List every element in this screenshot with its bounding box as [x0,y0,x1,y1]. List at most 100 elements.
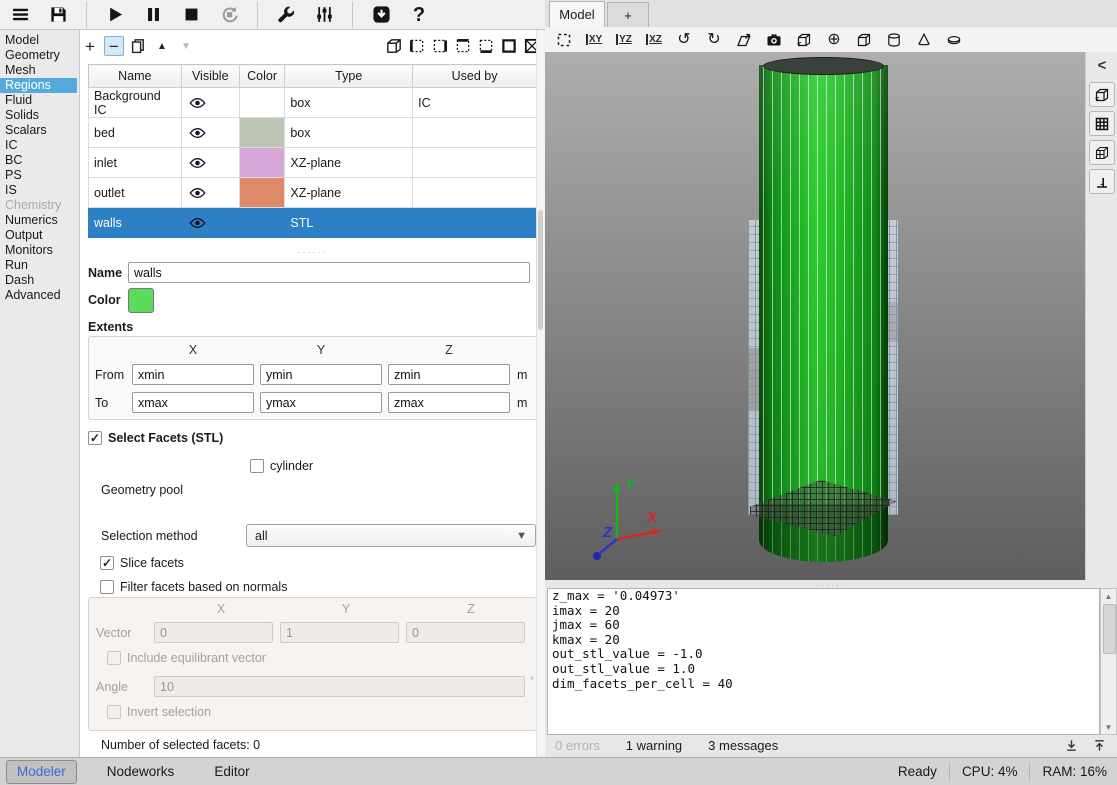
sidebar-item-mesh[interactable]: Mesh [0,63,79,78]
collapse-chevron-icon[interactable]: < [1086,58,1117,73]
viewport-3d[interactable]: Y X Z [545,52,1085,580]
sidebar-item-monitors[interactable]: Monitors [0,243,79,258]
help-button[interactable]: ? [407,3,431,27]
add-region-button[interactable]: + [80,36,100,56]
mode-button-editor[interactable]: Editor [204,761,259,783]
region-cube-shape-button[interactable] [384,36,404,56]
down-region-button[interactable]: ▼ [176,36,196,56]
geometry-view-button[interactable] [793,30,815,50]
square-bottom-shape-button[interactable] [476,36,496,56]
column-header-used-by[interactable]: Used by [413,65,537,88]
region-color-swatch[interactable] [128,288,154,313]
perspective-view-button[interactable] [733,30,755,50]
sidebar-item-bc[interactable]: BC [0,153,79,168]
view-xy-view-button[interactable]: XY [583,30,605,50]
reset-view-view-button[interactable] [553,30,575,50]
scroll-to-top-icon[interactable] [1089,738,1109,753]
rotate-cw-view-button[interactable]: ↻ [703,30,725,50]
panel-splitter[interactable]: ······ [80,248,545,256]
sidebar-item-solids[interactable]: Solids [0,108,79,123]
table-row[interactable]: Background ICboxIC [89,88,537,118]
sidebar-item-regions[interactable]: Regions [0,78,77,93]
panel-scrollbar[interactable] [536,30,545,757]
region-name-input[interactable] [128,262,530,283]
sidebar-item-geometry[interactable]: Geometry [0,48,79,63]
sphere-view-button[interactable]: ⊕ [823,30,845,50]
sidebar-item-numerics[interactable]: Numerics [0,213,79,228]
cylinder-view-button[interactable] [883,30,905,50]
save-button[interactable] [46,3,70,27]
selection-method-combobox[interactable]: all ▼ [246,524,536,547]
table-row[interactable]: inletXZ-plane [89,148,537,178]
axes-toggle-button[interactable] [1089,169,1115,194]
scroll-down-icon[interactable]: ▼ [1101,720,1116,734]
cylinder-checkbox[interactable] [250,459,264,473]
warnings-count[interactable]: 1 warning [626,738,682,753]
square-solid-shape-button[interactable] [499,36,519,56]
sidebar-item-ic[interactable]: IC [0,138,79,153]
menu-button[interactable] [8,3,32,27]
tab-add[interactable]: + [607,2,649,27]
square-top-shape-button[interactable] [453,36,473,56]
column-header-type[interactable]: Type [285,65,413,88]
camera-view-button[interactable] [763,30,785,50]
mesh-cube-toggle-button[interactable] [1089,140,1115,165]
cone-view-button[interactable] [913,30,935,50]
sidebar-item-model[interactable]: Model [0,33,79,48]
sidebar-item-fluid[interactable]: Fluid [0,93,79,108]
scroll-up-icon[interactable]: ▲ [1101,589,1116,603]
sidebar-item-ps[interactable]: PS [0,168,79,183]
column-header-name[interactable]: Name [89,65,182,88]
remove-region-button[interactable]: − [104,36,124,56]
wrench-button[interactable] [274,3,298,27]
play-button[interactable] [103,3,127,27]
column-header-color[interactable]: Color [239,65,285,88]
grid-toggle-button[interactable] [1089,111,1115,136]
selected-facets-label: Number of selected facets: 0 [101,738,260,752]
pause-button[interactable] [141,3,165,27]
table-row[interactable]: wallsSTL [89,208,537,238]
scroll-to-bottom-icon[interactable] [1061,738,1081,753]
console-scrollbar[interactable]: ▲ ▼ [1100,588,1117,735]
from-x-input[interactable] [132,364,254,385]
square-left-shape-button[interactable] [407,36,427,56]
errors-count[interactable]: 0 errors [555,738,600,753]
view-xz-view-button[interactable]: XZ [643,30,665,50]
stop-button[interactable] [179,3,203,27]
regions-table[interactable]: NameVisibleColorTypeUsed byBackground IC… [88,64,537,238]
sidebar-item-advanced[interactable]: Advanced [0,288,79,303]
table-row[interactable]: outletXZ-plane [89,178,537,208]
from-z-input[interactable] [388,364,510,385]
column-header-visible[interactable]: Visible [181,65,239,88]
slice-facets-checkbox[interactable]: ✓ [100,556,114,570]
cube-view-button[interactable] [853,30,875,50]
select-facets-checkbox[interactable]: ✓ [88,431,102,445]
filter-facets-checkbox[interactable] [100,580,114,594]
sidebar-item-run[interactable]: Run [0,258,79,273]
scrollbar-thumb[interactable] [1103,604,1116,654]
disc-view-button[interactable] [943,30,965,50]
sidebar-item-dash[interactable]: Dash [0,273,79,288]
settings-button[interactable] [312,3,336,27]
sidebar-item-is[interactable]: IS [0,183,79,198]
console-output[interactable]: z_max = '0.04973'imax = 20jmax = 60kmax … [547,588,1100,735]
rotate-ccw-view-button[interactable]: ↺ [673,30,695,50]
geometry-toggle-button[interactable] [1089,82,1115,107]
reset-button[interactable] [217,3,241,27]
up-region-button[interactable]: ▲ [152,36,172,56]
messages-count[interactable]: 3 messages [708,738,778,753]
table-row[interactable]: bedbox [89,118,537,148]
submit-button[interactable] [369,3,393,27]
sidebar-item-output[interactable]: Output [0,228,79,243]
tab-model[interactable]: Model [549,1,605,27]
sidebar-item-scalars[interactable]: Scalars [0,123,79,138]
square-right-shape-button[interactable] [430,36,450,56]
copy-region-button[interactable] [128,36,148,56]
from-y-input[interactable] [260,364,382,385]
mode-button-nodeworks[interactable]: Nodeworks [97,761,185,783]
to-z-input[interactable] [388,392,510,413]
to-y-input[interactable] [260,392,382,413]
mode-button-modeler[interactable]: Modeler [6,760,77,784]
to-x-input[interactable] [132,392,254,413]
view-yz-view-button[interactable]: YZ [613,30,635,50]
